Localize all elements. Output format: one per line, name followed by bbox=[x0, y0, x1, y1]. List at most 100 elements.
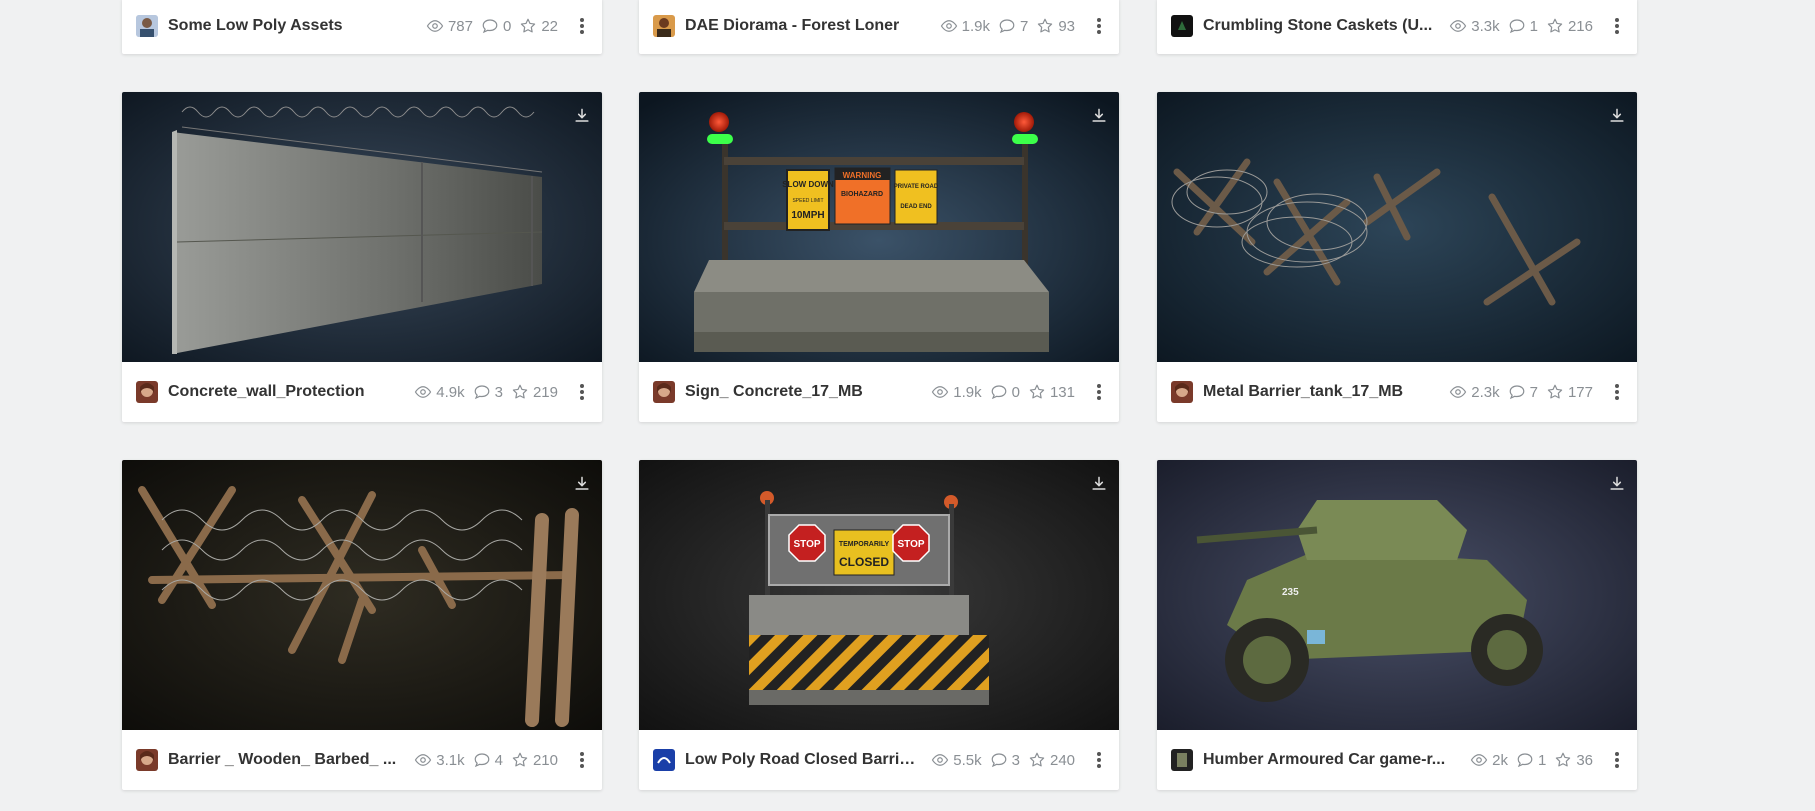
author-avatar[interactable] bbox=[1171, 749, 1193, 771]
model-card[interactable]: Metal Barrier_tank_17_MB 2.3k 7 177 bbox=[1157, 92, 1637, 422]
views-stat: 1.9k bbox=[931, 383, 982, 401]
model-title[interactable]: Crumbling Stone Caskets (U... bbox=[1203, 17, 1439, 35]
eye-icon bbox=[1470, 754, 1488, 766]
thumb-text: DEAD END bbox=[900, 204, 932, 210]
views-count: 787 bbox=[447, 17, 473, 35]
model-title[interactable]: Some Low Poly Assets bbox=[168, 17, 416, 35]
download-icon[interactable] bbox=[1607, 474, 1627, 494]
thumb-text: SLOW DOWN bbox=[782, 180, 834, 189]
model-thumbnail[interactable] bbox=[1157, 92, 1637, 362]
model-stats: 5.5k 3 240 bbox=[931, 751, 1075, 769]
author-avatar[interactable] bbox=[136, 749, 158, 771]
thumb-text: STOP bbox=[897, 539, 924, 550]
model-stats: 2k 1 36 bbox=[1470, 751, 1593, 769]
thumb-text: WARNING bbox=[843, 171, 882, 180]
vertical-dots-icon bbox=[580, 752, 584, 768]
more-options-button[interactable] bbox=[1091, 749, 1107, 771]
more-options-button[interactable] bbox=[1091, 381, 1107, 403]
model-card[interactable]: 235 Humber Armoured Car game-r... 2k 1 3… bbox=[1157, 460, 1637, 790]
road-closed-render: STOP TEMPORARILY CLOSED STOP bbox=[639, 460, 1119, 730]
download-icon[interactable] bbox=[572, 474, 592, 494]
more-options-button[interactable] bbox=[574, 15, 590, 37]
likes-stat: 22 bbox=[519, 17, 558, 35]
download-icon[interactable] bbox=[572, 106, 592, 126]
card-meta: Concrete_wall_Protection 4.9k 3 219 bbox=[122, 362, 602, 422]
model-card[interactable]: Crumbling Stone Caskets (U... 3.3k 1 216 bbox=[1157, 0, 1637, 54]
download-icon[interactable] bbox=[1089, 106, 1109, 126]
comments-count: 3 bbox=[1011, 751, 1020, 769]
eye-icon bbox=[1450, 386, 1467, 398]
model-stats: 1.9k 7 93 bbox=[940, 17, 1075, 35]
model-card[interactable]: DAE Diorama - Forest Loner 1.9k 7 93 bbox=[639, 0, 1119, 54]
model-title[interactable]: Barrier _ Wooden_ Barbed_ ... bbox=[168, 751, 404, 769]
author-avatar[interactable] bbox=[1171, 381, 1193, 403]
comment-icon bbox=[1509, 19, 1524, 34]
model-title[interactable]: Humber Armoured Car game-r... bbox=[1203, 751, 1460, 769]
comments-stat: 0 bbox=[481, 17, 511, 35]
vertical-dots-icon bbox=[1615, 752, 1619, 768]
comment-icon bbox=[1517, 753, 1533, 768]
star-icon bbox=[1547, 384, 1563, 399]
author-avatar[interactable] bbox=[136, 381, 158, 403]
author-avatar[interactable] bbox=[653, 381, 675, 403]
more-options-button[interactable] bbox=[1609, 381, 1625, 403]
model-title[interactable]: Low Poly Road Closed Barrie... bbox=[685, 751, 921, 769]
more-options-button[interactable] bbox=[1609, 15, 1625, 37]
more-options-button[interactable] bbox=[1091, 15, 1107, 37]
model-title[interactable]: Sign_ Concrete_17_MB bbox=[685, 383, 921, 401]
star-icon bbox=[521, 18, 536, 33]
author-avatar[interactable] bbox=[1171, 15, 1193, 37]
model-card[interactable]: Barrier _ Wooden_ Barbed_ ... 3.1k 4 210 bbox=[122, 460, 602, 790]
model-thumbnail[interactable] bbox=[122, 92, 602, 362]
vertical-dots-icon bbox=[580, 18, 584, 34]
likes-stat: 240 bbox=[1028, 751, 1075, 769]
author-avatar[interactable] bbox=[653, 15, 675, 37]
likes-count: 210 bbox=[532, 751, 558, 769]
star-icon bbox=[1556, 752, 1571, 767]
star-icon bbox=[1029, 384, 1045, 399]
likes-count: 216 bbox=[1567, 17, 1593, 35]
views-count: 2.3k bbox=[1471, 383, 1500, 401]
likes-count: 22 bbox=[541, 17, 558, 35]
model-card[interactable]: Concrete_wall_Protection 4.9k 3 219 bbox=[122, 92, 602, 422]
model-title[interactable]: Concrete_wall_Protection bbox=[168, 383, 404, 401]
download-icon[interactable] bbox=[1089, 474, 1109, 494]
views-stat: 3.1k bbox=[414, 751, 465, 769]
thumb-text: PRIVATE ROAD bbox=[894, 184, 939, 190]
download-icon[interactable] bbox=[1607, 106, 1627, 126]
model-card[interactable]: Some Low Poly Assets 787 0 22 bbox=[122, 0, 602, 54]
model-thumbnail[interactable]: STOP TEMPORARILY CLOSED STOP bbox=[639, 460, 1119, 730]
model-card[interactable]: SLOW DOWN SPEED LIMIT 10MPH WARNING BIOH… bbox=[639, 92, 1119, 422]
eye-icon bbox=[932, 754, 949, 766]
model-thumbnail[interactable]: SLOW DOWN SPEED LIMIT 10MPH WARNING BIOH… bbox=[639, 92, 1119, 362]
likes-stat: 216 bbox=[1546, 17, 1593, 35]
card-meta: Some Low Poly Assets 787 0 22 bbox=[122, 0, 602, 54]
views-count: 2k bbox=[1492, 751, 1508, 769]
card-meta: Barrier _ Wooden_ Barbed_ ... 3.1k 4 210 bbox=[122, 730, 602, 790]
author-avatar[interactable] bbox=[653, 749, 675, 771]
model-stats: 3.1k 4 210 bbox=[414, 751, 558, 769]
more-options-button[interactable] bbox=[1609, 749, 1625, 771]
model-thumbnail[interactable]: 235 bbox=[1157, 460, 1637, 730]
likes-count: 131 bbox=[1049, 383, 1075, 401]
model-stats: 3.3k 1 216 bbox=[1449, 17, 1593, 35]
model-title[interactable]: Metal Barrier_tank_17_MB bbox=[1203, 383, 1439, 401]
comment-icon bbox=[1509, 385, 1524, 400]
more-options-button[interactable] bbox=[574, 381, 590, 403]
likes-count: 177 bbox=[1567, 383, 1593, 401]
more-options-button[interactable] bbox=[574, 749, 590, 771]
likes-stat: 36 bbox=[1554, 751, 1593, 769]
author-avatar[interactable] bbox=[136, 15, 158, 37]
model-title[interactable]: DAE Diorama - Forest Loner bbox=[685, 17, 930, 35]
card-meta: Metal Barrier_tank_17_MB 2.3k 7 177 bbox=[1157, 362, 1637, 422]
model-card[interactable]: STOP TEMPORARILY CLOSED STOP Low Poly Ro… bbox=[639, 460, 1119, 790]
comments-count: 0 bbox=[1011, 383, 1020, 401]
eye-icon bbox=[415, 386, 432, 398]
vertical-dots-icon bbox=[1097, 752, 1101, 768]
views-stat: 5.5k bbox=[931, 751, 982, 769]
likes-stat: 210 bbox=[511, 751, 558, 769]
model-thumbnail[interactable] bbox=[122, 460, 602, 730]
thumb-text: CLOSED bbox=[839, 555, 889, 569]
thumb-text: STOP bbox=[793, 539, 820, 550]
views-count: 3.3k bbox=[1471, 17, 1500, 35]
